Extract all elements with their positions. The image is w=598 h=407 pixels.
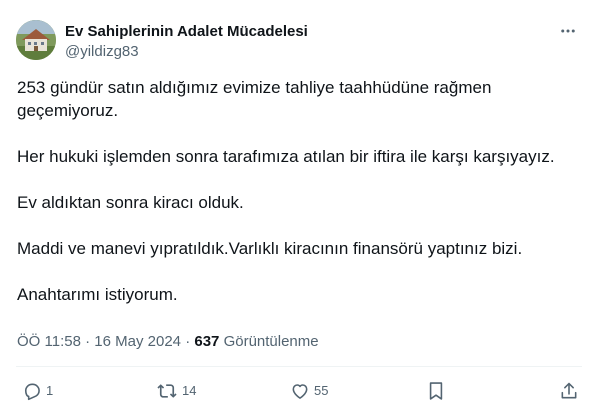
tweet-actions: 1 14 55: [16, 378, 582, 406]
tweet-paragraph: 253 gündür satın aldığımız evimize tahli…: [17, 78, 492, 120]
tweet-time[interactable]: ÖÖ 11:58: [17, 333, 81, 350]
reply-icon: [22, 381, 42, 401]
more-options-button[interactable]: [554, 22, 582, 44]
retweet-count: 14: [182, 383, 197, 398]
views-count: 637: [194, 333, 220, 350]
reply-button[interactable]: 1: [22, 378, 53, 404]
meta-separator: ·: [85, 333, 91, 350]
retweet-button[interactable]: 14: [156, 378, 196, 404]
share-icon: [559, 381, 579, 401]
tweet-paragraph: Her hukuki işlemden sonra tarafımıza atı…: [17, 147, 555, 166]
bookmark-button[interactable]: [426, 378, 446, 404]
avatar[interactable]: [16, 20, 56, 60]
tweet-header: Ev Sahiplerinin Adalet Mücadelesi @yildi…: [16, 20, 582, 64]
author-display-name[interactable]: Ev Sahiplerinin Adalet Mücadelesi: [65, 22, 308, 42]
tweet-card: Ev Sahiplerinin Adalet Mücadelesi @yildi…: [0, 0, 598, 407]
reply-count: 1: [46, 383, 54, 398]
author-handle[interactable]: @yildizg83: [65, 42, 308, 62]
like-button[interactable]: 55: [290, 378, 328, 404]
tweet-meta: ÖÖ 11:58 · 16 May 2024 · 637 Görüntülenm…: [17, 332, 319, 352]
author-names: Ev Sahiplerinin Adalet Mücadelesi @yildi…: [65, 22, 308, 62]
tweet-text: 253 gündür satın aldığımız evimize tahli…: [17, 76, 582, 329]
views-label: Görüntülenme: [223, 333, 319, 350]
tweet-date[interactable]: 16 May 2024: [94, 333, 181, 350]
tweet-paragraph: Anahtarımı istiyorum.: [17, 285, 178, 304]
bookmark-icon: [426, 381, 446, 401]
retweet-icon: [156, 381, 178, 401]
share-button[interactable]: [559, 378, 579, 404]
meta-separator: ·: [185, 333, 191, 350]
more-horizontal-icon: [559, 22, 577, 45]
divider: [16, 366, 582, 367]
tweet-paragraph: Maddi ve manevi yıpratıldık.Varlıklı kir…: [17, 239, 523, 258]
heart-icon: [290, 381, 310, 401]
tweet-paragraph: Ev aldıktan sonra kiracı olduk.: [17, 193, 244, 212]
like-count: 55: [314, 383, 329, 398]
